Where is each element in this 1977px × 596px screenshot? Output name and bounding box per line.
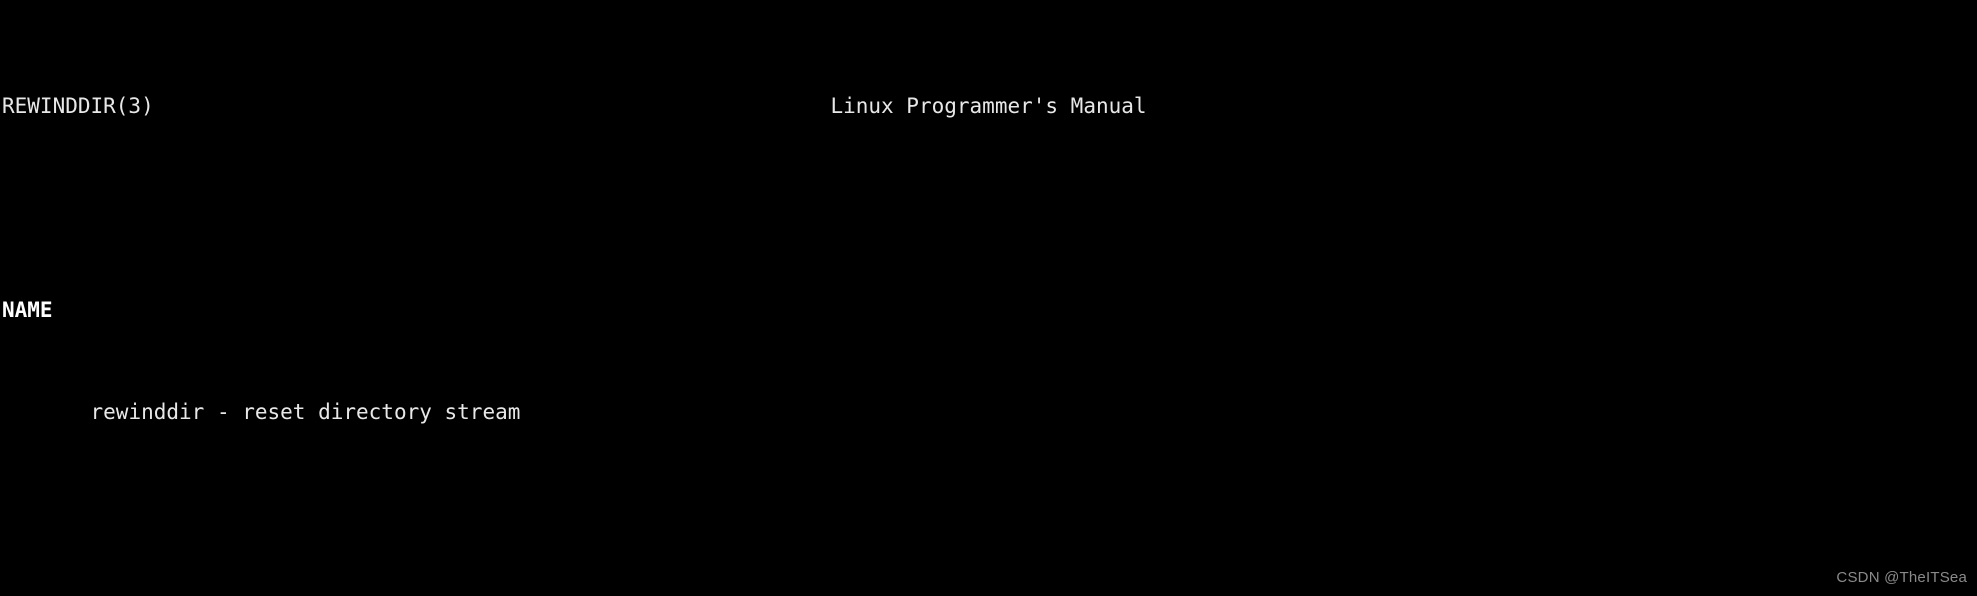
terminal-manpage-view: REWINDDIR(3) Linux Programmer's Manual NA… [0,0,1977,596]
watermark-label: CSDN @TheITSea [1836,569,1967,586]
manpage-content: REWINDDIR(3) Linux Programmer's Manual NA… [0,17,1977,596]
name-body-text: rewinddir - reset directory stream [90,399,521,424]
name-body-line: rewinddir - reset directory stream [0,400,1977,426]
section-heading-name-label: NAME [2,297,53,322]
manpage-header: REWINDDIR(3) Linux Programmer's Manual [0,94,1977,120]
section-heading-name: NAME [0,298,1977,324]
manpage-header-center: Linux Programmer's Manual [830,93,1147,118]
